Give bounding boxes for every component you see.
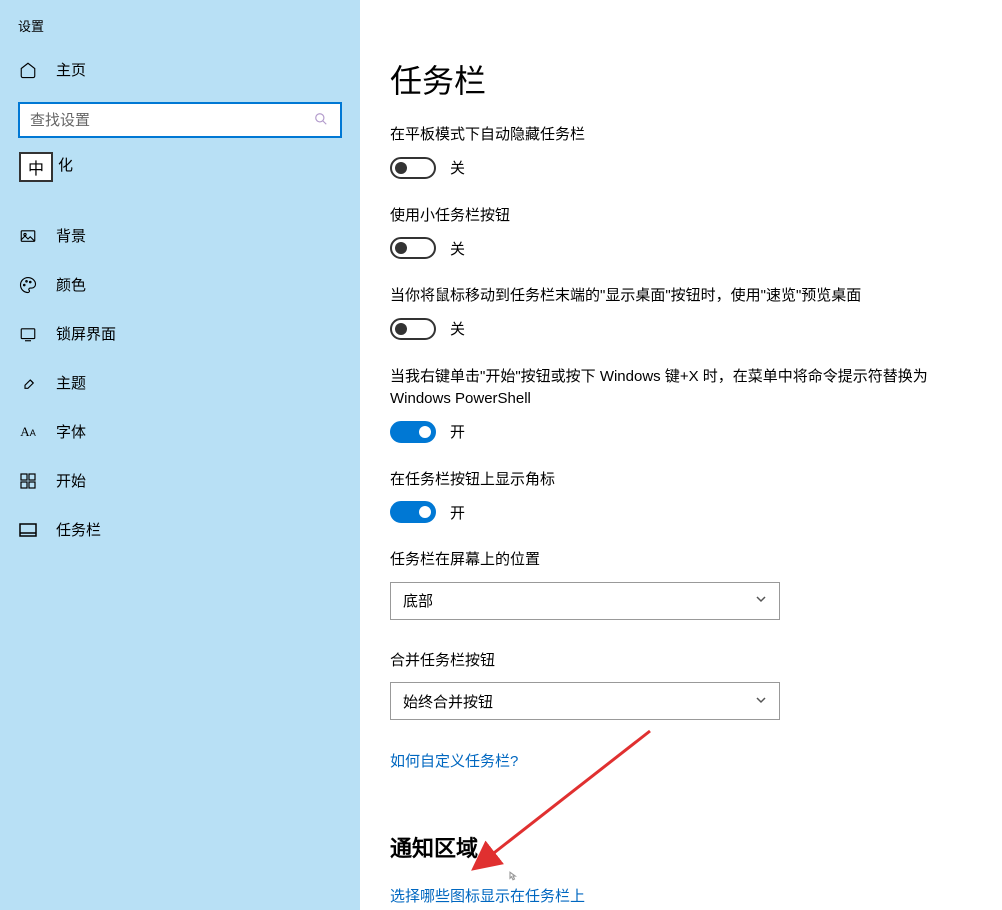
lock-icon [18, 324, 38, 344]
nav-label: 颜色 [56, 274, 86, 295]
page-title: 任务栏 [390, 56, 952, 102]
search-container [0, 94, 360, 152]
nav-label: 背景 [56, 225, 86, 246]
nav-label: 开始 [56, 470, 86, 491]
section-partial-text: 化 [0, 152, 360, 185]
sidebar: 设置 主页 中 化 背景 颜色 锁屏界面 主题 [0, 0, 360, 910]
toggle-state: 开 [450, 421, 465, 442]
help-link[interactable]: 如何自定义任务栏? [390, 750, 518, 771]
toggle-peek-desktop[interactable] [390, 318, 436, 340]
search-input[interactable] [18, 102, 342, 138]
font-icon: AA [18, 422, 38, 442]
chevron-down-icon [755, 592, 767, 609]
main-content: 任务栏 在平板模式下自动隐藏任务栏 关 使用小任务栏按钮 关 当你将鼠标移动到任… [360, 0, 1002, 910]
nav-home-label: 主页 [56, 59, 86, 80]
nav-themes[interactable]: 主题 [0, 358, 360, 407]
setting-desc: 使用小任务栏按钮 [390, 205, 950, 228]
toggle-state: 关 [450, 157, 465, 178]
nav-label: 任务栏 [56, 519, 101, 540]
ime-indicator[interactable]: 中 [19, 152, 53, 182]
nav-home[interactable]: 主页 [0, 45, 360, 94]
nav-label: 锁屏界面 [56, 323, 116, 344]
home-icon [18, 60, 38, 80]
nav-taskbar[interactable]: 任务栏 [0, 505, 360, 554]
palette-icon [18, 275, 38, 295]
setting-desc: 当我右键单击"开始"按钮或按下 Windows 键+X 时，在菜单中将命令提示符… [390, 366, 950, 411]
select-icons-link[interactable]: 选择哪些图标显示在任务栏上 [390, 885, 952, 906]
toggle-state: 关 [450, 238, 465, 259]
toggle-badges[interactable] [390, 501, 436, 523]
chevron-down-icon [755, 693, 767, 710]
nav-start[interactable]: 开始 [0, 456, 360, 505]
setting-desc: 在平板模式下自动隐藏任务栏 [390, 124, 950, 147]
start-icon [18, 471, 38, 491]
toggle-tablet-autohide[interactable] [390, 157, 436, 179]
app-title: 设置 [0, 12, 360, 45]
toggle-powershell[interactable] [390, 421, 436, 443]
nav-lockscreen[interactable]: 锁屏界面 [0, 309, 360, 358]
combine-value: 始终合并按钮 [403, 691, 493, 712]
toggle-state: 关 [450, 318, 465, 339]
notification-section-header: 通知区域 [390, 831, 952, 863]
nav-background[interactable]: 背景 [0, 211, 360, 260]
position-label: 任务栏在屏幕上的位置 [390, 549, 950, 572]
combine-select[interactable]: 始终合并按钮 [390, 682, 780, 720]
brush-icon [18, 373, 38, 393]
search-icon [314, 112, 328, 129]
toggle-small-buttons[interactable] [390, 237, 436, 259]
nav-fonts[interactable]: AA 字体 [0, 407, 360, 456]
combine-label: 合并任务栏按钮 [390, 650, 950, 673]
toggle-state: 开 [450, 502, 465, 523]
setting-desc: 在任务栏按钮上显示角标 [390, 469, 950, 492]
position-select[interactable]: 底部 [390, 582, 780, 620]
picture-icon [18, 226, 38, 246]
setting-desc: 当你将鼠标移动到任务栏末端的"显示桌面"按钮时，使用"速览"预览桌面 [390, 285, 950, 308]
taskbar-icon [18, 520, 38, 540]
position-value: 底部 [403, 590, 433, 611]
nav-colors[interactable]: 颜色 [0, 260, 360, 309]
nav-label: 主题 [56, 372, 86, 393]
nav-label: 字体 [56, 421, 86, 442]
